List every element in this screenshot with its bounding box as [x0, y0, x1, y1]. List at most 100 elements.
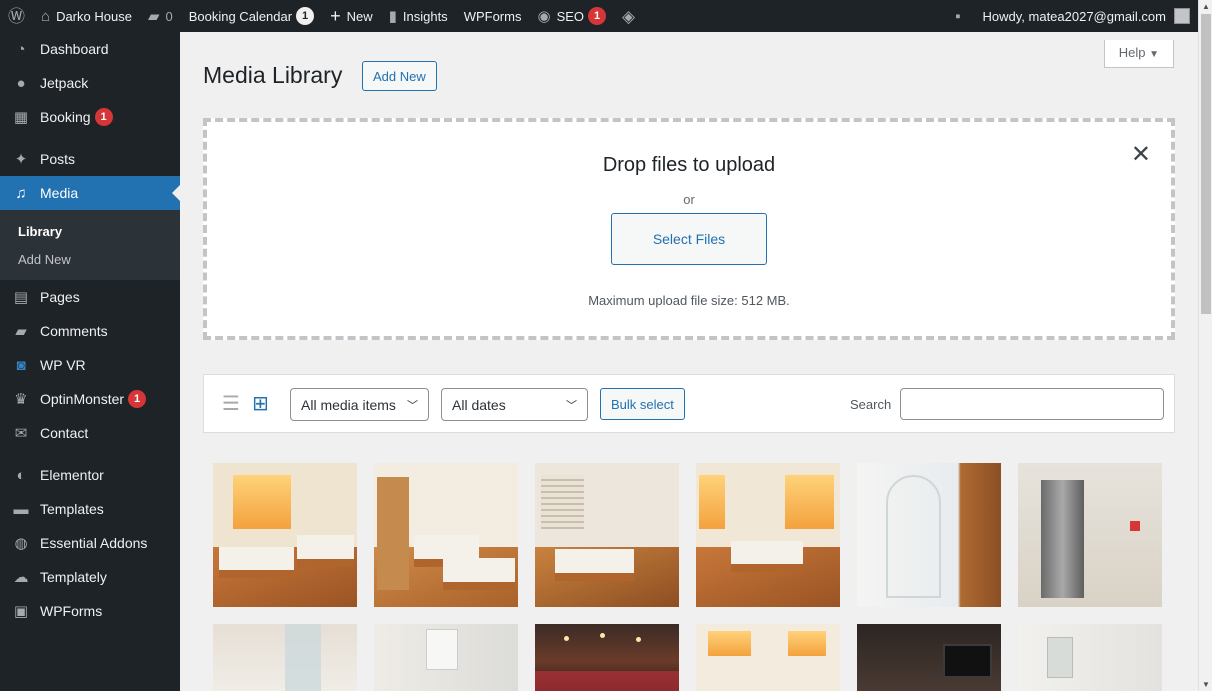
media-thumbnail[interactable] [857, 624, 1001, 691]
media-thumbnail[interactable] [535, 463, 679, 607]
media-thumbnail[interactable] [1018, 624, 1162, 691]
menu-separator [0, 134, 180, 142]
wpforms-label: WPForms [463, 8, 522, 24]
bar-chart-icon: ▮ [388, 7, 397, 25]
seo-badge: 1 [588, 7, 607, 25]
booking-calendar-label: Booking Calendar [188, 8, 293, 24]
wpforms-icon: ▣ [13, 603, 29, 620]
media-thumbnail[interactable] [213, 624, 357, 691]
booking-calendar-menu[interactable]: Booking Calendar 1 [181, 0, 322, 32]
menu-comments[interactable]: ▰ Comments [0, 314, 180, 348]
menu-label: Pages [40, 289, 80, 305]
new-label: New [346, 8, 373, 24]
media-type-filter[interactable]: All media items ﹀ [290, 388, 429, 421]
media-thumbnail[interactable] [696, 624, 840, 691]
comments-menu[interactable]: ▰ 0 [140, 0, 181, 32]
menu-templately[interactable]: ☁ Templately [0, 560, 180, 594]
date-filter[interactable]: All dates ﹀ [441, 388, 588, 421]
menu-essential-addons[interactable]: ◍ Essential Addons [0, 526, 180, 560]
menu-elementor[interactable]: ◐ Elementor [0, 458, 180, 492]
menu-pages[interactable]: ▤ Pages [0, 280, 180, 314]
seo-icon: ◉ [537, 7, 551, 25]
search-input[interactable] [900, 388, 1164, 420]
booking-icon: ▦ [13, 109, 29, 126]
menu-posts[interactable]: ✦ Posts [0, 142, 180, 176]
media-icon: ♫ [15, 184, 27, 202]
media-thumbnail[interactable] [535, 624, 679, 691]
grid-view-icon[interactable]: ⊞ [252, 394, 269, 414]
menu-label: Templately [40, 569, 107, 585]
media-thumbnail[interactable] [213, 463, 357, 607]
menu-label: Essential Addons [40, 535, 148, 551]
menu-templates[interactable]: ▬ Templates [0, 492, 180, 526]
list-view-icon[interactable]: ☰ [222, 394, 240, 414]
pages-icon: ▤ [13, 289, 29, 306]
admin-bar: Ⓦ ⌂ Darko House ▰ 0 Booking Calendar 1 + New… [0, 0, 1198, 32]
my-account-menu[interactable]: Howdy, matea2027@gmail.com [975, 0, 1198, 32]
seo-menu[interactable]: ◉ SEO 1 [529, 0, 614, 32]
menu-booking[interactable]: ▦ Booking 1 [0, 100, 180, 134]
submenu-add-new[interactable]: Add New [0, 245, 180, 273]
insights-menu[interactable]: ▮ Insights [381, 0, 456, 32]
essential-addons-icon: ◍ [14, 535, 28, 552]
wordpress-logo-icon: Ⓦ [8, 6, 25, 26]
menu-label: Templates [40, 501, 104, 517]
media-thumbnail[interactable] [374, 463, 518, 607]
plus-icon: + [330, 6, 341, 26]
media-thumbnail[interactable] [374, 624, 518, 691]
scroll-up-icon[interactable]: ▲ [1202, 2, 1210, 11]
media-toolbar: ☰ ⊞ All media items ﹀ All dates ﹀ Bulk sel… [203, 374, 1175, 433]
menu-contact[interactable]: ✉ Contact [0, 416, 180, 450]
notification-menu[interactable]: ▪ [947, 0, 974, 32]
select-files-button[interactable]: Select Files [611, 213, 767, 265]
help-tab[interactable]: Help ▼ [1103, 40, 1174, 68]
menu-wpforms[interactable]: ▣ WPForms [0, 594, 180, 628]
page-scrollbar[interactable]: ▲ ▼ [1198, 0, 1212, 691]
dashboard-icon: ◔ [16, 40, 26, 58]
chevron-down-icon: ﹀ [566, 399, 577, 412]
avatar [1174, 8, 1190, 24]
media-thumbnail[interactable] [857, 463, 1001, 607]
media-thumbnail[interactable] [1018, 463, 1162, 607]
comments-count: 0 [165, 8, 173, 24]
optinmonster-badge: 1 [128, 390, 147, 408]
drop-title: Drop files to upload [602, 154, 776, 176]
submenu-library[interactable]: Library [0, 217, 180, 245]
media-thumbnail[interactable] [696, 463, 840, 607]
menu-label: OptinMonster [40, 391, 125, 407]
seo-label: SEO [556, 8, 585, 24]
insights-label: Insights [402, 8, 448, 24]
menu-label: Elementor [40, 467, 104, 483]
menu-optinmonster[interactable]: ♛ OptinMonster 1 [0, 382, 180, 416]
bulk-select-button[interactable]: Bulk select [600, 388, 685, 420]
home-icon: ⌂ [41, 7, 51, 25]
chevron-down-icon: ﹀ [407, 399, 418, 412]
diamond-icon: ◈ [622, 6, 636, 26]
menu-label: Dashboard [40, 41, 109, 57]
optinmonster-icon: ♛ [14, 391, 28, 408]
wpforms-menu[interactable]: WPForms [456, 0, 530, 32]
add-new-button[interactable]: Add New [362, 61, 437, 91]
pin-icon: ✦ [14, 151, 28, 168]
menu-label: WPForms [40, 603, 103, 619]
caret-down-icon: ▼ [1149, 49, 1159, 60]
menu-wp-vr[interactable]: ◙ WP VR [0, 348, 180, 382]
menu-dashboard[interactable]: ◔ Dashboard [0, 32, 180, 66]
diamond-menu[interactable]: ◈ [614, 0, 649, 32]
jetpack-icon: ● [16, 74, 26, 92]
media-submenu: Library Add New [0, 210, 180, 280]
new-content-menu[interactable]: + New [322, 0, 381, 32]
menu-media[interactable]: ♫ Media [0, 176, 180, 210]
scroll-down-icon[interactable]: ▼ [1202, 680, 1210, 689]
menu-label: Media [40, 185, 79, 201]
site-name-menu[interactable]: ⌂ Darko House [33, 0, 140, 32]
max-upload-size: Maximum upload file size: 512 MB. [588, 293, 790, 308]
scrollbar-thumb[interactable] [1201, 14, 1211, 314]
main-content: Help ▼ Media Library Add New ✕ Drop file… [180, 32, 1198, 691]
wordpress-logo-menu[interactable]: Ⓦ [0, 0, 33, 32]
upload-dropzone[interactable]: ✕ Drop files to upload or Select Files M… [203, 118, 1175, 340]
menu-label: Comments [40, 323, 108, 339]
menu-jetpack[interactable]: ● Jetpack [0, 66, 180, 100]
comment-icon: ▰ [15, 323, 27, 340]
elementor-icon: ◐ [16, 466, 26, 484]
